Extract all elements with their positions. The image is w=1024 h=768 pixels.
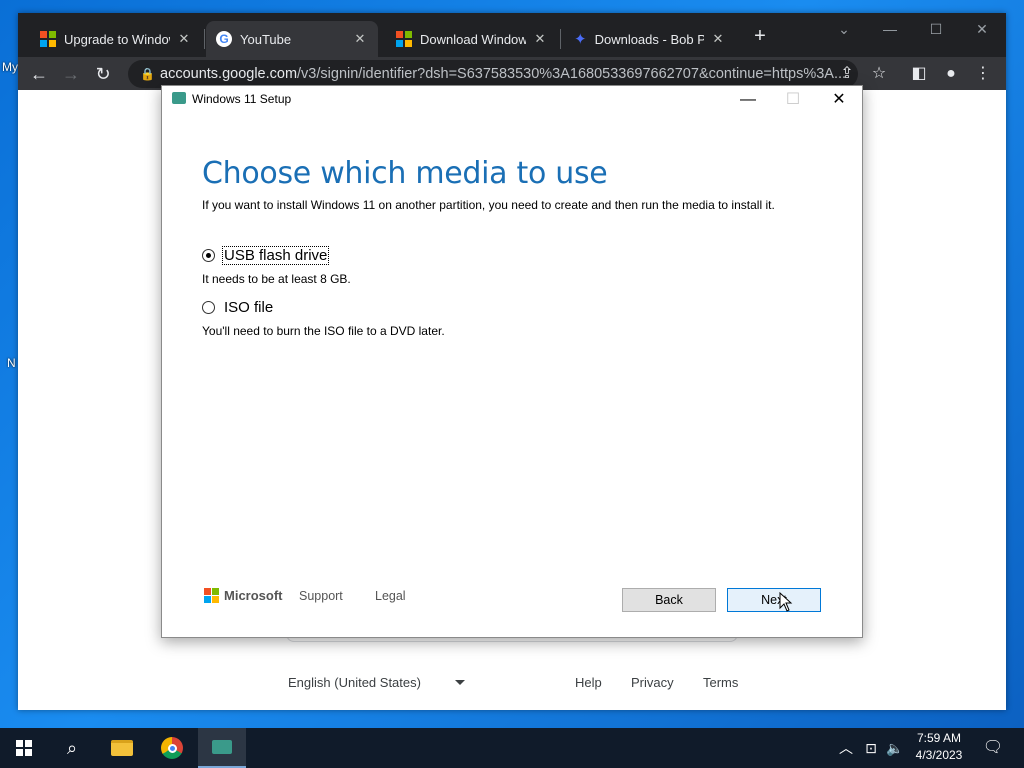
tab-downloads-bob-pony[interactable]: ✦ Downloads - Bob Po ✕ (564, 21, 736, 57)
file-explorer-icon[interactable] (98, 728, 146, 768)
dialog-titlebar[interactable]: Windows 11 Setup — ☐ ✕ (162, 86, 862, 114)
desktop-icon-label[interactable]: My (2, 60, 18, 74)
chevron-down-icon[interactable] (455, 680, 465, 685)
taskbar: ⌕ ︿ ⊡ 🔈 7:59 AM 4/3/2023 🗨 (0, 728, 1024, 768)
option-iso-file[interactable]: ISO file (202, 299, 274, 316)
minimize-icon[interactable]: — (870, 17, 910, 41)
microsoft-icon (396, 31, 412, 47)
dialog-title: Windows 11 Setup (192, 92, 292, 106)
close-icon[interactable]: ✕ (819, 88, 859, 112)
option-usb-flash-drive[interactable]: USB flash drive (202, 246, 330, 265)
search-icon[interactable]: ⌕ (48, 728, 96, 768)
start-button[interactable] (0, 728, 48, 768)
language-selector[interactable]: English (United States) (288, 675, 421, 690)
footer-link-terms[interactable]: Terms (703, 675, 738, 690)
tab-title: Downloads - Bob Po (594, 31, 704, 47)
new-tab-button[interactable]: + (748, 25, 772, 48)
share-icon[interactable]: ⇪ (834, 61, 860, 87)
notification-icon[interactable]: 🗨 (978, 728, 1008, 768)
option-label[interactable]: ISO file (223, 299, 274, 316)
tab-title: YouTube (240, 31, 292, 47)
legal-link[interactable]: Legal (375, 589, 406, 603)
reload-icon[interactable]: ↻ (90, 61, 116, 87)
tab-strip: Upgrade to Windows ✕ G YouTube ✕ Downloa… (18, 13, 1006, 57)
desktop-icon-label[interactable]: N (7, 356, 16, 370)
option-label[interactable]: USB flash drive (221, 246, 330, 265)
maximize-icon: ☐ (785, 91, 801, 108)
side-panel-icon[interactable]: ◧ (906, 61, 932, 87)
tab-download-windows[interactable]: Download Windows ✕ (386, 21, 558, 57)
profile-icon[interactable]: ● (938, 61, 964, 87)
google-icon: G (216, 31, 232, 47)
windows-logo-icon (16, 740, 32, 756)
minimize-icon[interactable]: — (728, 88, 768, 112)
back-button[interactable]: Back (622, 588, 716, 612)
page-title: Choose which media to use (202, 156, 608, 191)
url-host: accounts.google.com (160, 66, 298, 82)
setup-dialog: Windows 11 Setup — ☐ ✕ Choose which medi… (161, 85, 863, 638)
back-arrow-icon[interactable]: ← (26, 61, 52, 87)
close-icon[interactable]: ✕ (532, 31, 548, 47)
setup-app-icon (172, 92, 186, 104)
volume-icon[interactable]: 🔈 (884, 728, 906, 768)
media-creation-tool-icon[interactable] (198, 728, 246, 768)
address-bar[interactable]: 🔒 accounts.google.com/v3/signin/identifie… (128, 60, 858, 88)
clock-date: 4/3/2023 (915, 748, 963, 762)
tab-upgrade-windows[interactable]: Upgrade to Windows ✕ (30, 21, 202, 57)
forward-arrow-icon[interactable]: → (58, 61, 84, 87)
menu-kebab-icon[interactable]: ⋮ (970, 61, 996, 87)
tab-youtube[interactable]: G YouTube ✕ (206, 21, 378, 57)
close-icon[interactable]: ✕ (176, 31, 192, 47)
radio-button[interactable] (202, 249, 215, 262)
bookmark-star-icon[interactable]: ☆ (866, 61, 892, 87)
footer-link-help[interactable]: Help (575, 675, 602, 690)
next-button[interactable]: Next (727, 588, 821, 612)
close-window-icon[interactable]: ✕ (962, 17, 1002, 41)
brand-text: Microsoft (224, 588, 283, 603)
microsoft-logo-icon (204, 588, 219, 603)
mouse-cursor-icon (779, 592, 793, 612)
tab-title: Download Windows (420, 31, 526, 47)
system-clock[interactable]: 7:59 AM 4/3/2023 (908, 730, 970, 764)
puzzle-icon: ✦ (574, 31, 587, 48)
close-icon[interactable]: ✕ (710, 31, 726, 47)
option-description: It needs to be at least 8 GB. (202, 272, 351, 286)
microsoft-brand: Microsoft (204, 588, 283, 603)
clock-time: 7:59 AM (916, 731, 962, 745)
tab-search-chevron-icon[interactable]: ⌄ (824, 17, 864, 41)
page-subtitle: If you want to install Windows 11 on ano… (202, 198, 775, 212)
footer-link-privacy[interactable]: Privacy (631, 675, 674, 690)
maximize-icon[interactable]: ☐ (916, 17, 956, 41)
support-link[interactable]: Support (299, 589, 343, 603)
lock-icon[interactable]: 🔒 (140, 60, 155, 88)
option-description: You'll need to burn the ISO file to a DV… (202, 324, 445, 338)
close-icon[interactable]: ✕ (352, 31, 368, 47)
microsoft-icon (40, 31, 56, 47)
url-path: /v3/signin/identifier?dsh=S637583530%3A1… (297, 66, 847, 82)
tab-title: Upgrade to Windows (64, 31, 170, 47)
chevron-up-icon[interactable]: ︿ (836, 728, 856, 768)
radio-button[interactable] (202, 301, 215, 314)
network-icon[interactable]: ⊡ (860, 728, 882, 768)
chrome-icon[interactable] (148, 728, 196, 768)
